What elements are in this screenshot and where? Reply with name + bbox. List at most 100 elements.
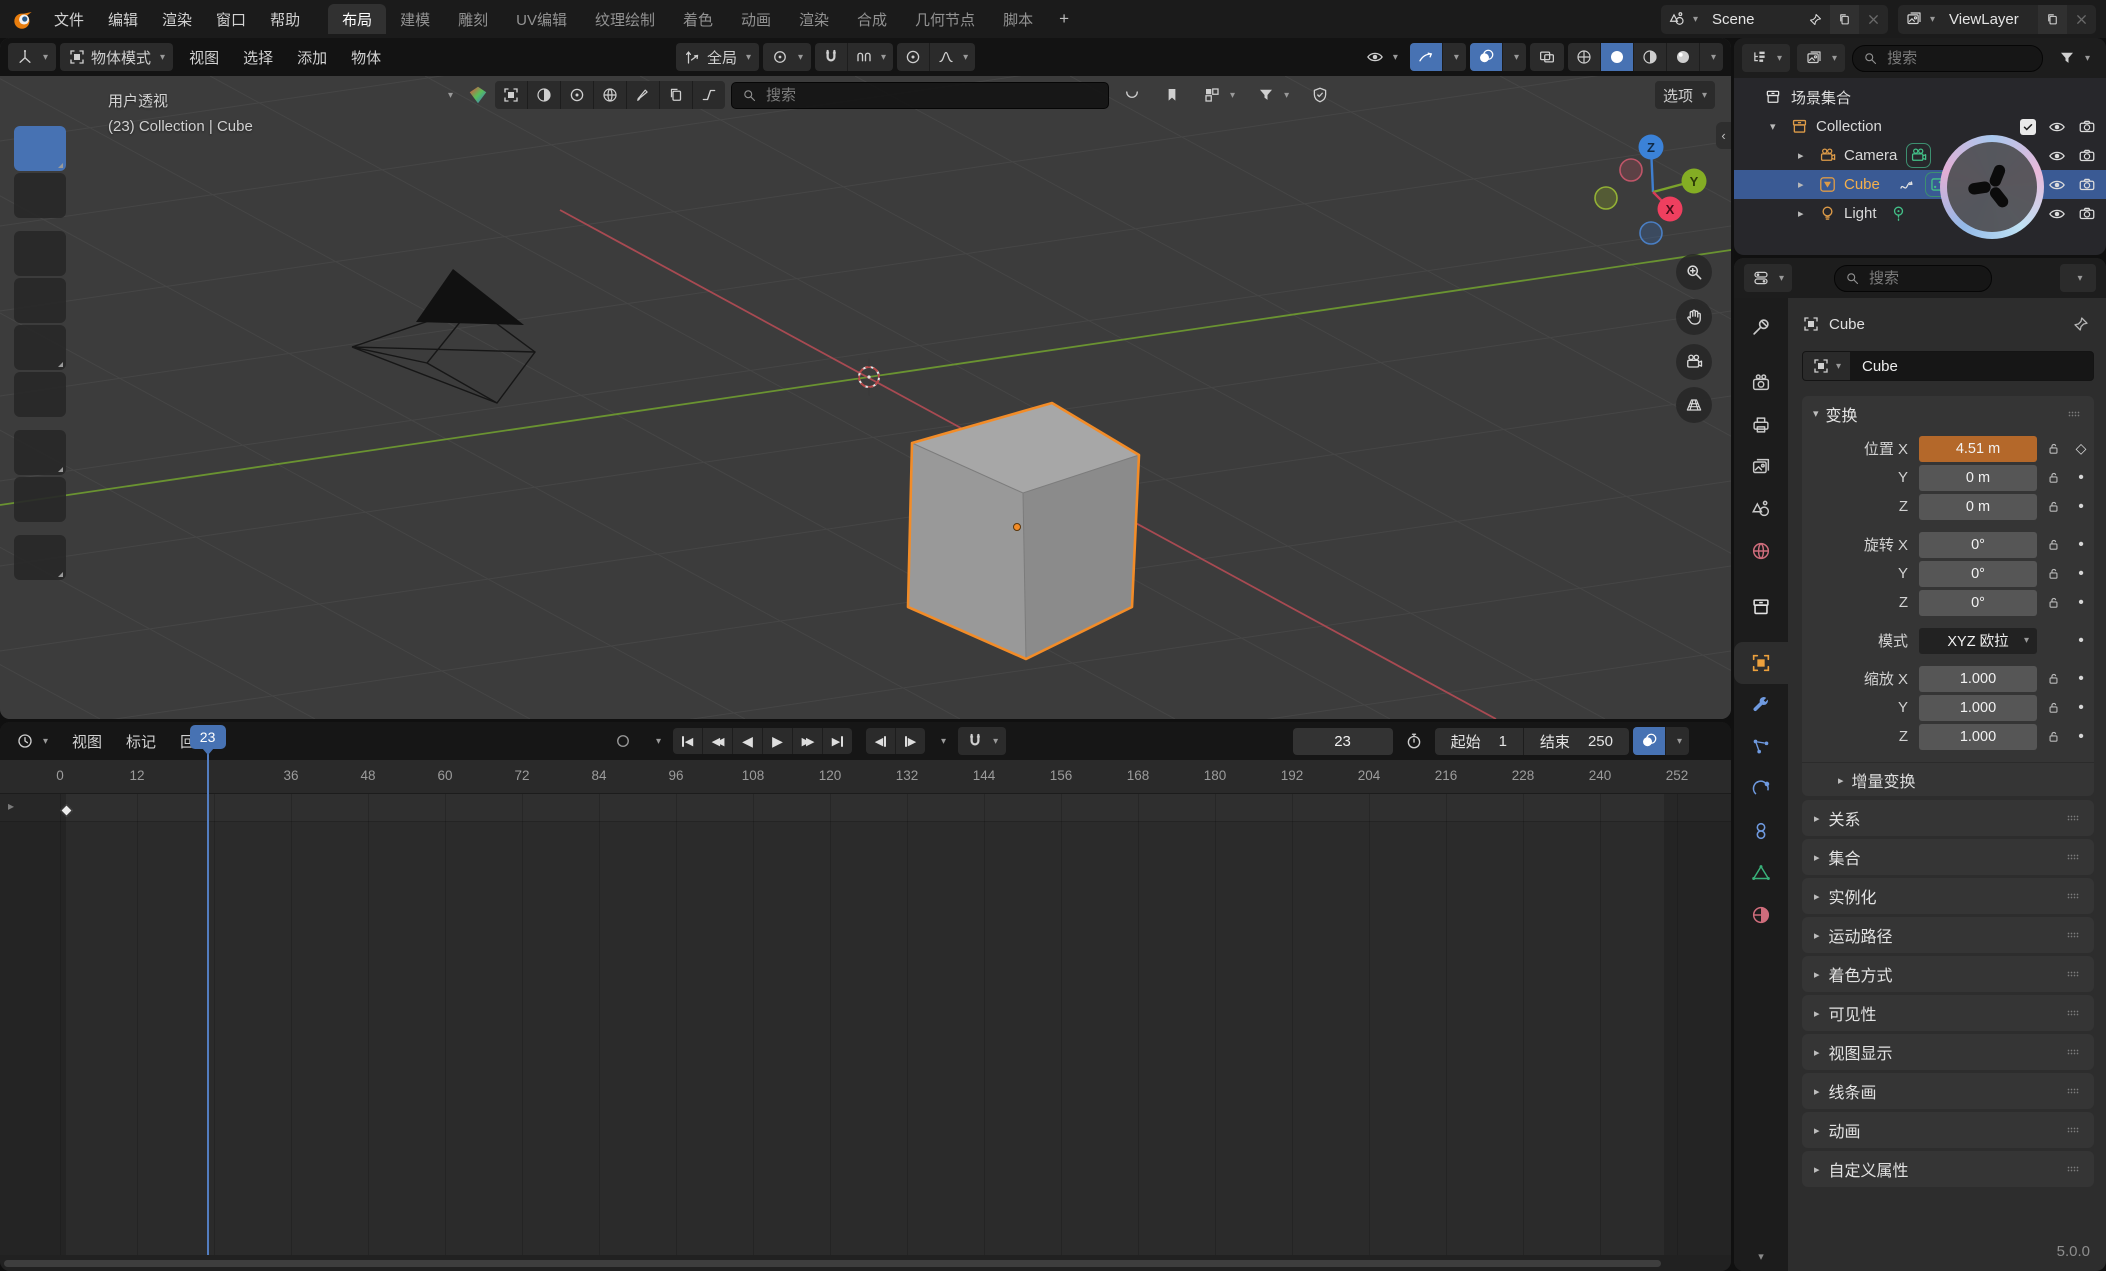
lock-icon[interactable] (2046, 700, 2061, 715)
animate-dot[interactable] (2069, 565, 2093, 583)
shading-settings-dropdown[interactable] (1699, 43, 1723, 71)
snap-toggle[interactable] (815, 43, 847, 71)
animate-dot[interactable] (2069, 670, 2093, 688)
transform-value-field[interactable]: 1.000 (1919, 666, 2037, 692)
tab-material[interactable] (1734, 894, 1788, 936)
collapsed-panel[interactable]: 运动路径 (1802, 917, 2094, 953)
lock-icon[interactable] (2046, 537, 2061, 552)
tool-search-input[interactable] (764, 86, 1098, 105)
transform-value-field[interactable]: 4.51 m (1919, 436, 2037, 462)
outliner-row-cube[interactable]: Cube (1734, 170, 2106, 199)
editor-type-button[interactable] (8, 43, 56, 71)
transform-value-field[interactable]: 0 m (1919, 494, 2037, 520)
options-dropdown[interactable]: 选项 (1655, 81, 1715, 109)
tab-view-layer[interactable] (1734, 446, 1788, 488)
tab-modifiers[interactable] (1734, 684, 1788, 726)
workspace-tab[interactable]: 合成 (843, 4, 901, 34)
outliner-search[interactable] (1852, 45, 2043, 72)
animate-dot[interactable] (2069, 728, 2093, 746)
viewport-menu-item[interactable]: 选择 (231, 43, 285, 71)
shading-wireframe-toggle[interactable] (1568, 43, 1600, 71)
cursor-tool[interactable] (14, 173, 66, 218)
brush-filter-toggle[interactable] (626, 81, 659, 109)
disable-in-renders-toggle[interactable] (2078, 176, 2096, 194)
keying-toggle[interactable] (1633, 727, 1665, 755)
tab-scene[interactable] (1734, 488, 1788, 530)
outliner-search-input[interactable] (1885, 49, 2032, 68)
perspective-toggle-button[interactable] (1676, 387, 1712, 423)
rotate-tool[interactable] (14, 278, 66, 323)
visibility-dropdown[interactable] (1358, 43, 1406, 71)
drag-grip-icon[interactable] (2065, 405, 2083, 423)
jump-to-start-button[interactable] (673, 728, 702, 754)
outliner-editor-type-button[interactable] (1742, 44, 1790, 72)
filter-dropdown[interactable] (1249, 81, 1297, 109)
disable-in-renders-toggle[interactable] (2078, 118, 2096, 136)
gizmo-settings-dropdown[interactable] (1442, 43, 1466, 71)
tool-settings-expand[interactable] (436, 81, 461, 109)
transform-value-field[interactable]: 0 m (1919, 465, 2037, 491)
workspace-tab[interactable]: UV编辑 (502, 4, 581, 34)
falloff-dropdown[interactable] (929, 43, 975, 71)
expander-icon[interactable] (1770, 120, 1790, 133)
validate-button[interactable] (1303, 81, 1337, 109)
timeline-channels[interactable] (0, 794, 1731, 1255)
lock-icon[interactable] (2046, 595, 2061, 610)
tab-output[interactable] (1734, 404, 1788, 446)
workspace-tab[interactable]: 纹理绘制 (581, 4, 669, 34)
timeline-ruler[interactable]: 0123648607284961081201321441561681801922… (0, 760, 1731, 794)
outliner-row-collection[interactable]: Collection (1734, 112, 2106, 141)
collapsed-panel[interactable]: 可见性 (1802, 995, 2094, 1031)
tab-render[interactable] (1734, 362, 1788, 404)
lock-icon[interactable] (2046, 441, 2061, 456)
scale-tool[interactable] (14, 325, 66, 370)
keying-dropdown[interactable] (1665, 727, 1689, 755)
collapsed-panel[interactable]: 动画 (1802, 1112, 2094, 1148)
sidebar-collapse-tab[interactable] (1716, 122, 1731, 149)
workspace-tab[interactable]: 着色 (669, 4, 727, 34)
current-frame-field[interactable]: 23 (1293, 728, 1393, 755)
show-overlays-toggle[interactable] (1470, 43, 1502, 71)
transform-value-field[interactable]: 0° (1919, 561, 2037, 587)
snap-settings-dropdown[interactable] (847, 43, 893, 71)
viewport-menu-item[interactable]: 视图 (177, 43, 231, 71)
viewlayer-name[interactable]: ViewLayer (1942, 5, 2038, 34)
tab-constraints[interactable] (1734, 810, 1788, 852)
lock-icon[interactable] (2046, 566, 2061, 581)
add-workspace-button[interactable]: + (1047, 9, 1081, 29)
tab-particles[interactable] (1734, 726, 1788, 768)
hide-in-viewport-toggle[interactable] (2048, 205, 2066, 223)
tab-collection[interactable] (1734, 586, 1788, 628)
workspace-tab[interactable]: 动画 (727, 4, 785, 34)
workspace-tab[interactable]: 建模 (386, 4, 444, 34)
menubar-item[interactable]: 窗口 (204, 5, 258, 33)
overlays-settings-dropdown[interactable] (1502, 43, 1526, 71)
pin-id-button[interactable] (2072, 315, 2090, 333)
delta-transform-panel[interactable]: 增量变换 (1802, 762, 2094, 796)
menubar-item[interactable]: 编辑 (96, 5, 150, 33)
animate-dot[interactable] (2069, 632, 2093, 650)
new-viewlayer-button[interactable] (2038, 5, 2067, 34)
properties-search[interactable] (1834, 265, 1992, 292)
lock-icon[interactable] (2046, 729, 2061, 744)
camera-view-button[interactable] (1676, 344, 1712, 380)
viewport-canvas[interactable]: Z Y X (0, 76, 1731, 719)
frame-forward-button[interactable] (896, 728, 925, 754)
outliner-filter-dropdown[interactable] (2050, 44, 2098, 72)
tab-object-data[interactable] (1734, 852, 1788, 894)
material-filter-toggle[interactable] (527, 81, 560, 109)
tab-physics[interactable] (1734, 768, 1788, 810)
lock-icon[interactable] (2046, 470, 2061, 485)
texture-filter-toggle[interactable] (560, 81, 593, 109)
show-gizmo-toggle[interactable] (1410, 43, 1442, 71)
collapsed-panel[interactable]: 实例化 (1802, 878, 2094, 914)
xray-toggle[interactable] (1530, 43, 1564, 71)
menubar-item[interactable]: 文件 (42, 5, 96, 33)
properties-search-input[interactable] (1867, 269, 1981, 288)
workspace-tab[interactable]: 布局 (328, 4, 386, 34)
disable-in-renders-toggle[interactable] (2078, 147, 2096, 165)
move-tool[interactable] (14, 231, 66, 276)
frame-back-button[interactable] (866, 728, 895, 754)
tab-world[interactable] (1734, 530, 1788, 572)
jump-to-end-button[interactable] (823, 728, 852, 754)
